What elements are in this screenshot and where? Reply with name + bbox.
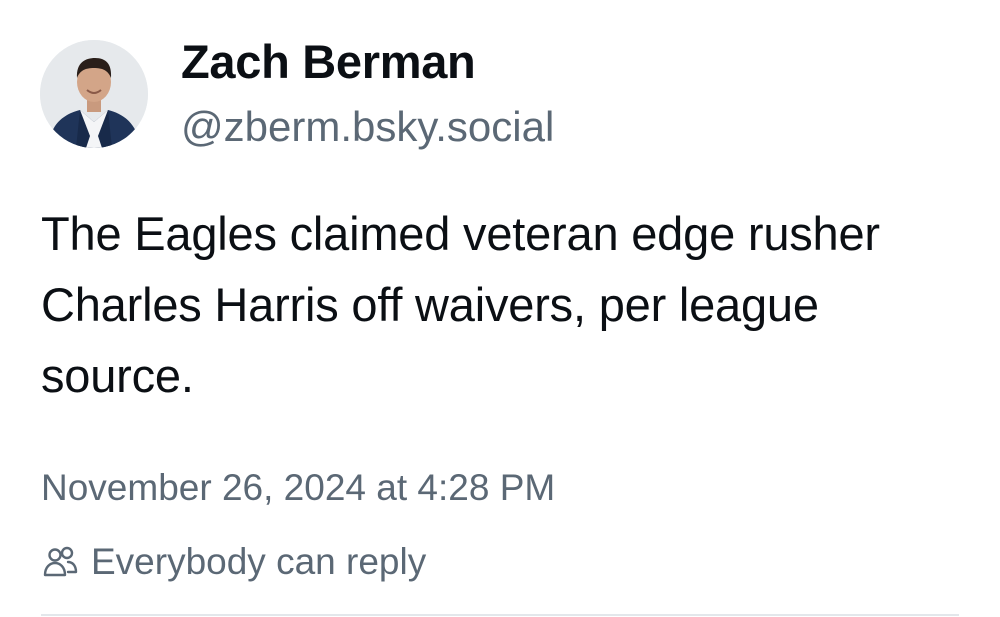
divider: [41, 614, 959, 616]
author-handle[interactable]: @zberm.bsky.social: [181, 103, 554, 151]
author-display-name[interactable]: Zach Berman: [181, 34, 476, 89]
avatar[interactable]: [40, 40, 148, 148]
post-text: The Eagles claimed veteran edge rusher C…: [41, 207, 880, 402]
post-timestamp: November 26, 2024 at 4:28 PM: [41, 467, 556, 508]
reply-setting-label: Everybody can reply: [91, 541, 427, 582]
post-card: Zach Berman @zberm.bsky.social The Eagle…: [0, 0, 1000, 617]
profile-photo-icon: [40, 40, 148, 148]
reply-setting: Everybody can reply: [41, 537, 426, 587]
people-icon: [43, 546, 78, 577]
